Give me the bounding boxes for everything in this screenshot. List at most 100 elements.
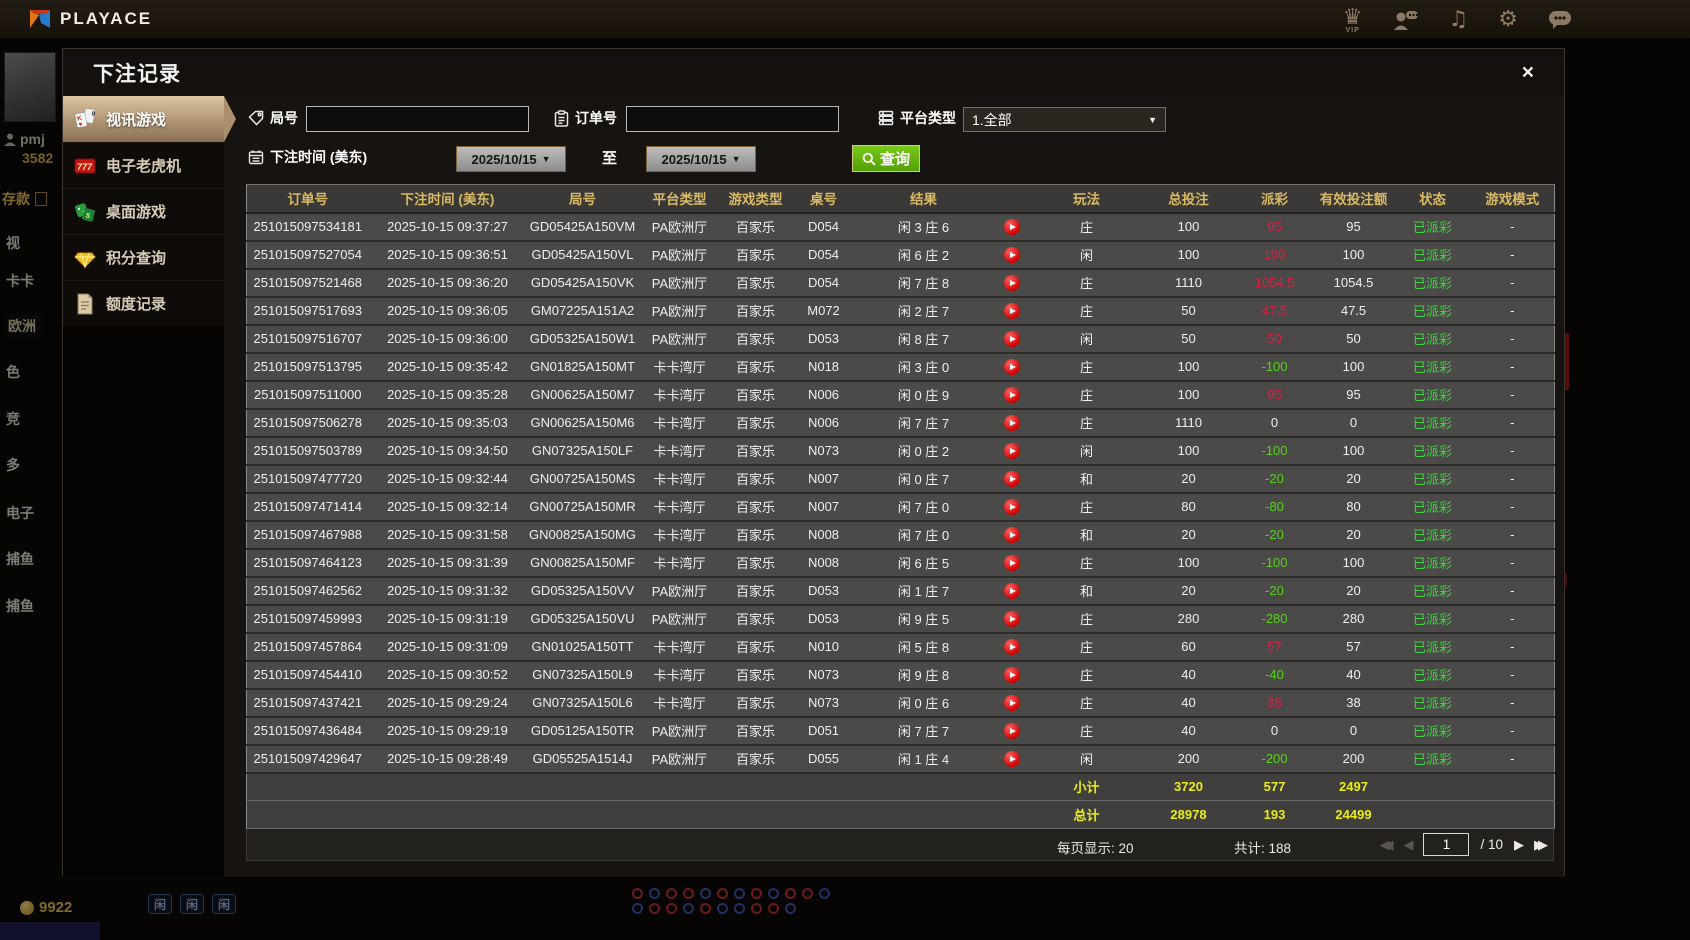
- cell-table: M072: [790, 296, 857, 326]
- subtotal-row: 小计 3720 577 2497: [246, 772, 1555, 801]
- replay-icon[interactable]: [1003, 386, 1020, 403]
- table-header-row: 订单号 下注时间 (美东) 局号 平台类型 游戏类型 桌号 结果 玩法 总投注 派彩 有效投注额 状态…: [246, 184, 1555, 214]
- close-icon[interactable]: ×: [1522, 62, 1534, 83]
- cell-play: 闲: [1032, 324, 1141, 354]
- query-button[interactable]: 查询: [852, 145, 921, 172]
- cell-status: 已派彩: [1394, 436, 1471, 466]
- cell-valid: 57: [1312, 632, 1395, 662]
- replay-icon[interactable]: [1003, 274, 1020, 291]
- cell-status: 已派彩: [1394, 296, 1471, 326]
- replay-icon[interactable]: [1003, 526, 1020, 543]
- column-header: 派彩: [1236, 184, 1313, 214]
- cell-play: 庄: [1032, 408, 1141, 438]
- betting-records-modal: 下注记录 × 9 K ♥ 视讯游戏 777 电子老虎机 S 桌面游戏 积分查询 …: [62, 48, 1565, 877]
- cell-platform: PA欧洲厅: [638, 604, 721, 634]
- subtotal-row-cell-payout: 577: [1236, 772, 1313, 801]
- last-page-icon[interactable]: ▶▶: [1534, 837, 1548, 853]
- cell-replay: [990, 240, 1033, 270]
- table-row: 251015097521468 2025-10-15 09:36:20 GD0542…: [246, 268, 1555, 298]
- cell-order: 251015097471414: [246, 492, 369, 522]
- records-content: 局号 订单号 平台类型 1.全部 ▼ 下注时间 (美东) 2025/10/15 …: [224, 96, 1564, 877]
- cell-result: 闲 0 庄 6: [856, 688, 991, 718]
- page-number-input[interactable]: [1423, 833, 1470, 856]
- replay-icon[interactable]: [1003, 218, 1020, 235]
- grand-total-row: 总计 28978 193 24499: [246, 800, 1555, 829]
- chat-icon[interactable]: [1548, 10, 1572, 30]
- replay-icon[interactable]: [1003, 750, 1020, 767]
- subtotal-row-cell-bet: 3720: [1140, 772, 1237, 801]
- sidebar-item-credit-records[interactable]: 额度记录: [63, 280, 224, 326]
- date-to-picker[interactable]: 2025/10/15 ▼: [646, 146, 756, 172]
- replay-icon[interactable]: [1003, 694, 1020, 711]
- music-icon[interactable]: ♫: [1449, 9, 1469, 31]
- replay-icon[interactable]: [1003, 582, 1020, 599]
- replay-icon[interactable]: [1003, 666, 1020, 683]
- cell-mode: -: [1470, 352, 1555, 382]
- cell-replay: [990, 548, 1033, 578]
- cell-game: 百家乐: [720, 324, 791, 354]
- cell-result: 闲 5 庄 8: [856, 632, 991, 662]
- replay-icon[interactable]: [1003, 442, 1020, 459]
- replay-icon[interactable]: [1003, 246, 1020, 263]
- subtotal-row-cell-play: 小计: [1032, 772, 1141, 801]
- replay-icon[interactable]: [1003, 470, 1020, 487]
- settings-gear-icon[interactable]: ⚙: [1498, 9, 1518, 31]
- cell-round: GN00625A150M6: [526, 408, 639, 438]
- cell-payout: 95: [1236, 212, 1313, 242]
- cell-round: GD05525A1514J: [526, 744, 639, 774]
- sidebar-item-table-games[interactable]: S 桌面游戏: [63, 188, 224, 234]
- next-page-icon[interactable]: ▶: [1514, 837, 1524, 853]
- search-icon: [862, 152, 876, 166]
- replay-icon[interactable]: [1003, 498, 1020, 515]
- cell-round: GN00725A150MR: [526, 492, 639, 522]
- order-number-input[interactable]: [626, 106, 839, 132]
- subtotal-row-cell-valid: 2497: [1312, 772, 1395, 801]
- cell-bet: 100: [1140, 352, 1237, 382]
- column-header: 有效投注额: [1312, 184, 1395, 214]
- sidebar-item-points-query[interactable]: 积分查询: [63, 234, 224, 280]
- first-page-icon[interactable]: ◀◀: [1379, 837, 1393, 853]
- replay-icon[interactable]: [1003, 330, 1020, 347]
- replay-icon[interactable]: [1003, 610, 1020, 627]
- cell-bet: 40: [1140, 716, 1237, 746]
- cell-bet: 20: [1140, 520, 1237, 550]
- cell-time: 2025-10-15 09:36:05: [368, 296, 527, 326]
- cell-round: GN00725A150MS: [526, 464, 639, 494]
- customer-service-icon[interactable]: [1393, 9, 1419, 31]
- cell-mode: -: [1470, 688, 1555, 718]
- cell-result: 闲 0 庄 9: [856, 380, 991, 410]
- cell-play: 庄: [1032, 688, 1141, 718]
- cell-play: 庄: [1032, 716, 1141, 746]
- prev-page-icon[interactable]: ◀: [1403, 837, 1413, 853]
- cell-platform: PA欧洲厅: [638, 744, 721, 774]
- sidebar-item-slots[interactable]: 777 电子老虎机: [63, 142, 224, 188]
- sidebar-item-live-games[interactable]: 9 K ♥ 视讯游戏: [63, 96, 236, 142]
- table-row: 251015097503789 2025-10-15 09:34:50 GN0732…: [246, 436, 1555, 466]
- cell-replay: [990, 604, 1033, 634]
- cell-result: 闲 9 庄 5: [856, 604, 991, 634]
- subtotal-row-cell-time: [368, 772, 527, 801]
- table-row: 251015097517693 2025-10-15 09:36:05 GM0722…: [246, 296, 1555, 326]
- cell-game: 百家乐: [720, 576, 791, 606]
- replay-icon[interactable]: [1003, 358, 1020, 375]
- platform-type-value: 1.全部: [972, 111, 1012, 128]
- cell-status: 已派彩: [1394, 240, 1471, 270]
- replay-icon[interactable]: [1003, 302, 1020, 319]
- cell-time: 2025-10-15 09:35:03: [368, 408, 527, 438]
- platform-type-select[interactable]: 1.全部 ▼: [963, 107, 1166, 132]
- replay-icon[interactable]: [1003, 414, 1020, 431]
- replay-icon[interactable]: [1003, 554, 1020, 571]
- date-from-picker[interactable]: 2025/10/15 ▼: [456, 146, 566, 172]
- cell-mode: -: [1470, 464, 1555, 494]
- cell-valid: 200: [1312, 744, 1395, 774]
- round-number-input[interactable]: [306, 106, 529, 132]
- vip-icon[interactable]: ♛ VIP: [1343, 6, 1363, 34]
- playing-cards-icon: 9 K♥: [74, 108, 96, 128]
- cell-mode: -: [1470, 240, 1555, 270]
- subtotal-row-cell-round: [526, 772, 639, 801]
- replay-icon[interactable]: [1003, 638, 1020, 655]
- cell-replay: [990, 408, 1033, 438]
- replay-icon[interactable]: [1003, 722, 1020, 739]
- cell-mode: -: [1470, 492, 1555, 522]
- cell-table: D054: [790, 240, 857, 270]
